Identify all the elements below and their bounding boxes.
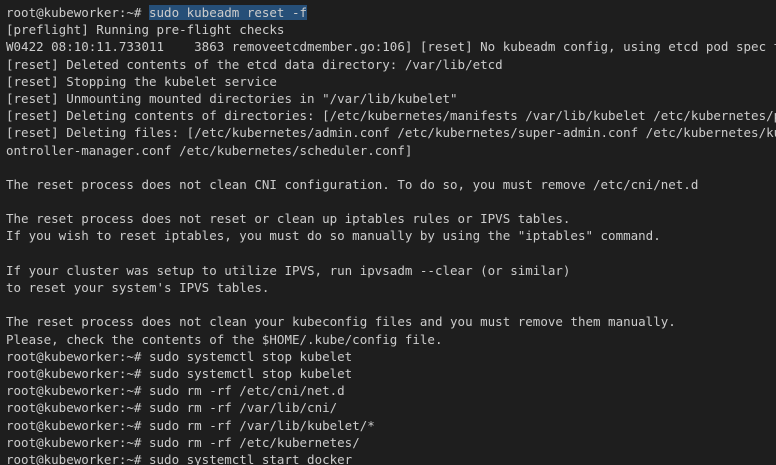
output-line: The reset process does not reset or clea… <box>6 211 571 227</box>
selected-command[interactable]: sudo kubeadm reset -f <box>149 5 308 20</box>
output-line: If your cluster was setup to utilize IPV… <box>6 262 571 278</box>
prompt-line: root@kubeworker:~# sudo systemctl stop k… <box>6 365 776 382</box>
output-line: to reset your system's IPVS tables. <box>6 280 270 295</box>
output-line: [reset] Unmounting mounted directories i… <box>6 90 458 106</box>
shell-prompt: root@kubeworker:~# <box>6 348 142 364</box>
output-line: The reset process does not clean CNI con… <box>6 176 699 192</box>
shell-prompt: root@kubeworker:~# <box>6 383 142 399</box>
output-line: W0422 08:10:11.733011 3863 removeetcdmem… <box>6 39 776 55</box>
shell-prompt: root@kubeworker:~# <box>6 400 142 416</box>
shell-prompt: root@kubeworker:~# <box>6 451 142 465</box>
command-text: sudo systemctl stop kubelet <box>149 365 353 381</box>
prompt-line: root@kubeworker:~# sudo systemctl stop k… <box>6 348 776 365</box>
output-line: [reset] Deleted contents of the etcd dat… <box>6 56 503 72</box>
prompt-line: root@kubeworker:~# sudo rm -rf /etc/kube… <box>6 434 776 451</box>
output-line: [preflight] Running pre-flight checks <box>6 22 285 38</box>
output-line: ontroller-manager.conf /etc/kubernetes/s… <box>6 142 413 158</box>
terminal-window[interactable]: root@kubeworker:~# sudo kubeadm reset -f… <box>0 0 776 465</box>
shell-prompt: root@kubeworker:~# <box>6 365 142 381</box>
shell-prompt: root@kubeworker:~# <box>6 434 142 450</box>
command-text: sudo rm -rf /etc/cni/net.d <box>149 383 345 399</box>
command-text: sudo rm -rf /var/lib/kubelet/* <box>149 417 375 433</box>
output-line: Please, check the contents of the $HOME/… <box>6 331 443 347</box>
prompt-line: root@kubeworker:~# sudo kubeadm reset -f <box>6 4 776 21</box>
output-line: [reset] Stopping the kubelet service <box>6 73 277 89</box>
output-line: [reset] Deleting contents of directories… <box>6 108 776 124</box>
shell-prompt: root@kubeworker:~# <box>6 5 142 20</box>
prompt-line: root@kubeworker:~# sudo rm -rf /etc/cni/… <box>6 382 776 399</box>
prompt-line: root@kubeworker:~# sudo systemctl start … <box>6 451 776 465</box>
output-line: If you wish to reset iptables, you must … <box>6 228 661 244</box>
output-line: The reset process does not clean your ku… <box>6 314 676 330</box>
prompt-line: root@kubeworker:~# sudo rm -rf /var/lib/… <box>6 399 776 416</box>
shell-prompt: root@kubeworker:~# <box>6 417 142 433</box>
command-text: sudo rm -rf /var/lib/cni/ <box>149 400 338 416</box>
output-line: [reset] Deleting files: [/etc/kubernetes… <box>6 125 776 141</box>
command-text: sudo systemctl stop kubelet <box>149 348 353 364</box>
prompt-line: root@kubeworker:~# sudo rm -rf /var/lib/… <box>6 417 776 434</box>
command-text: sudo systemctl start docker <box>149 451 353 465</box>
command-text: sudo rm -rf /etc/kubernetes/ <box>149 434 360 450</box>
